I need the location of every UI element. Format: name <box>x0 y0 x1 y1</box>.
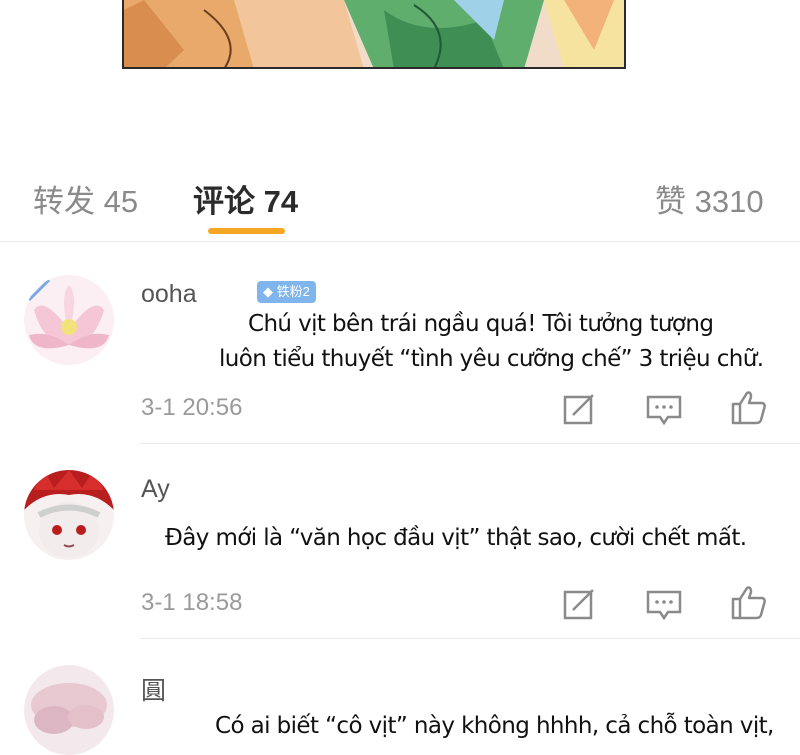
tab-likes[interactable]: 赞 3310 <box>655 176 764 221</box>
comment-icon[interactable] <box>644 584 684 624</box>
comment-username[interactable]: Ay <box>141 475 170 504</box>
active-tab-indicator <box>208 228 285 234</box>
repost-icon[interactable] <box>561 389 601 429</box>
comment-username[interactable]: ooha <box>141 280 197 309</box>
tab-reposts[interactable]: 转发 45 <box>33 176 138 221</box>
comment-icon[interactable] <box>644 389 684 429</box>
like-icon[interactable] <box>729 387 769 427</box>
diamond-icon: ◆ <box>263 284 273 299</box>
comment-time: 3-1 20:56 <box>141 394 243 421</box>
fan-badge-label: 铁粉2 <box>276 284 310 299</box>
repost-icon[interactable] <box>561 584 601 624</box>
tab-comments[interactable]: 评论 74 <box>193 176 298 221</box>
fan-badge: ◆ 铁粉2 <box>257 281 316 303</box>
comment-text: Có ai biết “cô vịt” này không hhhh, cả c… <box>215 713 774 739</box>
divider <box>140 443 800 444</box>
comment-time: 3-1 18:58 <box>141 589 243 616</box>
comment-text: Đây mới là “văn học đầu vịt” thật sao, c… <box>165 525 747 551</box>
avatar[interactable] <box>24 665 114 755</box>
avatar[interactable] <box>24 275 114 365</box>
divider <box>0 241 800 242</box>
divider <box>140 638 800 639</box>
tab-bar: 转发 45 评论 74 赞 3310 <box>0 160 800 240</box>
like-icon[interactable] <box>729 582 769 622</box>
post-image[interactable] <box>122 0 626 69</box>
comment-text: Chú vịt bên trái ngầu quá! Tôi tưởng tượ… <box>248 311 714 337</box>
avatar[interactable] <box>24 470 114 560</box>
comment-username[interactable]: 圓 <box>141 671 166 707</box>
comment-text: luôn tiểu thuyết “tình yêu cưỡng chế” 3 … <box>219 346 764 372</box>
